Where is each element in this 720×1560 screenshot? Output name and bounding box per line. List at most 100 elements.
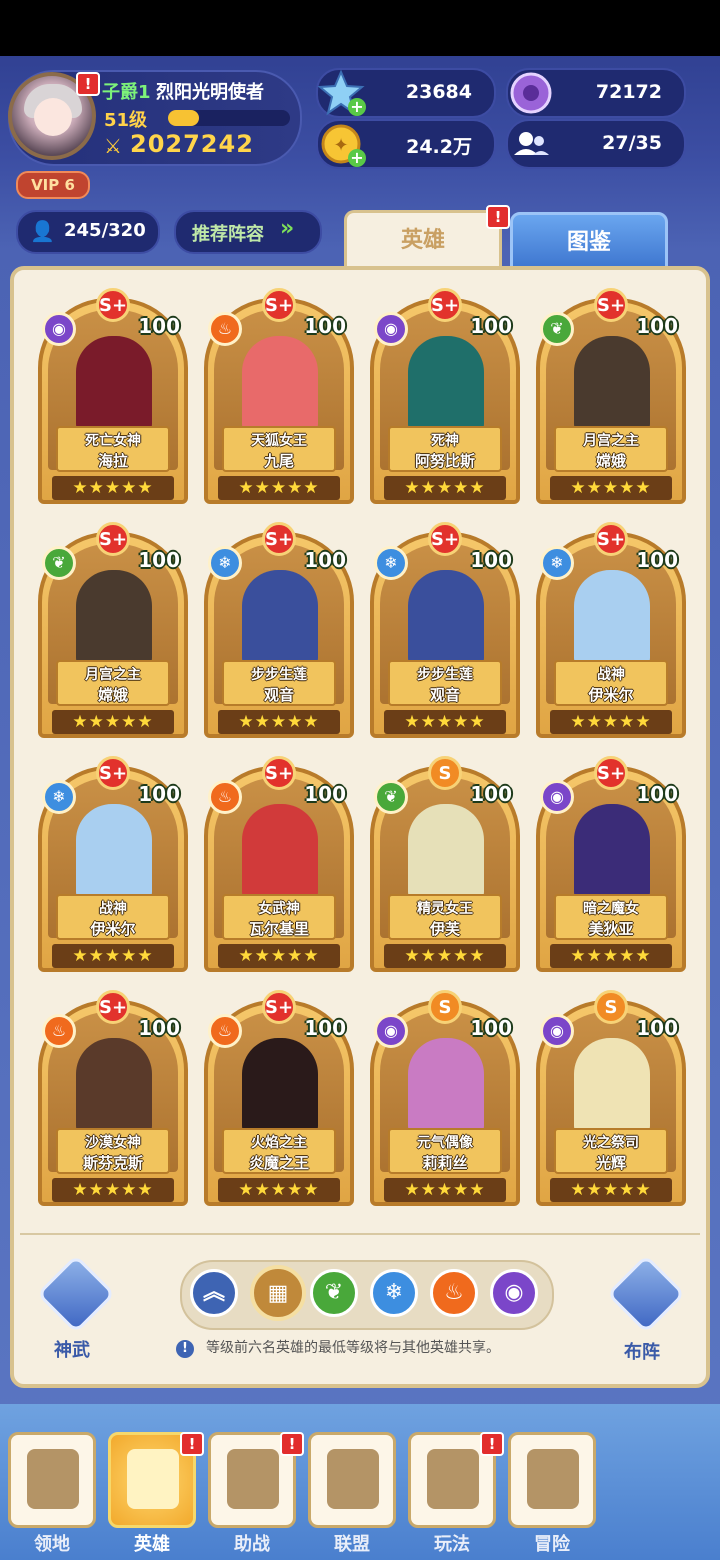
hero-rank-badge: S+ — [428, 288, 462, 322]
members-counter[interactable]: 27/35 — [506, 119, 686, 169]
hero-portrait — [242, 1038, 318, 1138]
crossed-swords-icon: ⚔ — [104, 134, 122, 158]
hero-title: 月宫之主 — [583, 433, 639, 449]
dark-element-icon: ◉ — [374, 1014, 408, 1048]
gold-currency[interactable]: ✦ + 24.2万 — [316, 119, 496, 169]
hero-portrait — [242, 336, 318, 436]
fire-filter-button[interactable]: ♨ — [430, 1269, 478, 1317]
hero-card[interactable]: S+ ♨ 100 天狐女王 九尾 ★★★★★ — [204, 284, 354, 504]
hero-title: 死神 — [431, 433, 459, 449]
hero-title: 暗之魔女 — [583, 901, 639, 917]
hero-card[interactable]: S+ ❦ 100 月宫之主 嫦娥 ★★★★★ — [38, 518, 188, 738]
hero-card[interactable]: S+ ♨ 100 沙漠女神 斯芬克斯 ★★★★★ — [38, 986, 188, 1206]
add-gold-icon[interactable]: + — [348, 149, 366, 167]
ice-element-icon: ❄ — [374, 546, 408, 580]
fire-element-icon: ♨ — [208, 312, 242, 346]
hero-level: 100 — [138, 314, 180, 338]
dark-element-icon: ◉ — [540, 1014, 574, 1048]
members-value: 27/35 — [602, 132, 662, 154]
svg-text:✦: ✦ — [333, 135, 348, 156]
hero-rank-badge: S+ — [594, 756, 628, 790]
fire-element-icon: ♨ — [42, 1014, 76, 1048]
hero-level: 100 — [636, 782, 678, 806]
tab-codex[interactable]: 图鉴 — [510, 212, 668, 270]
hero-card[interactable]: S+ ❄ 100 战神 伊米尔 ★★★★★ — [536, 518, 686, 738]
double-chevron-up-filter-button[interactable]: ︽ — [190, 1269, 238, 1317]
hero-rank-badge: S+ — [262, 756, 296, 790]
hero-card[interactable]: S+ ❄ 100 步步生莲 观音 ★★★★★ — [204, 518, 354, 738]
hero-fire-icon — [127, 1449, 179, 1509]
hero-rank-badge: S+ — [428, 522, 462, 556]
tab-heroes-label: 英雄 — [400, 228, 445, 253]
ice-filter-button[interactable]: ❄ — [370, 1269, 418, 1317]
divine-weapon-button[interactable] — [36, 1254, 116, 1334]
hero-rank-badge: S — [428, 990, 462, 1024]
add-user-icon: 👤 — [30, 219, 55, 243]
hero-stars: ★★★★★ — [52, 710, 174, 734]
nav-castle-button[interactable] — [8, 1432, 96, 1528]
hero-rank-badge: S+ — [96, 288, 130, 322]
hero-stars: ★★★★★ — [218, 944, 340, 968]
hero-level: 100 — [304, 548, 346, 572]
hero-stars: ★★★★★ — [384, 944, 506, 968]
hero-card[interactable]: S+ ❄ 100 战神 伊米尔 ★★★★★ — [38, 752, 188, 972]
recommend-lineup-button[interactable]: 推荐阵容 » — [174, 210, 322, 254]
roster-count: 245/320 — [64, 220, 146, 241]
hero-stars: ★★★★★ — [218, 1178, 340, 1202]
hero-card[interactable]: S+ ❄ 100 步步生莲 观音 ★★★★★ — [370, 518, 520, 738]
nature-filter-button[interactable]: ❦ — [310, 1269, 358, 1317]
wings-emblem-icon — [36, 1254, 116, 1334]
vip-badge[interactable]: VIP 6 — [16, 171, 90, 199]
hero-title: 月宫之主 — [85, 667, 141, 683]
recommend-label: 推荐阵容 — [192, 224, 264, 245]
hero-stars: ★★★★★ — [550, 1178, 672, 1202]
hero-card[interactable]: S+ ◉ 100 暗之魔女 美狄亚 ★★★★★ — [536, 752, 686, 972]
combat-power: 2027242 — [130, 130, 254, 158]
level-progress-fill — [168, 110, 199, 126]
nature-icon: ❦ — [324, 1280, 344, 1305]
hero-stars: ★★★★★ — [384, 710, 506, 734]
hero-card[interactable]: S+ ❦ 100 月宫之主 嫦娥 ★★★★★ — [536, 284, 686, 504]
formation-button[interactable] — [606, 1254, 686, 1334]
hero-rank-badge: S+ — [96, 756, 130, 790]
dark-filter-button[interactable]: ◉ — [490, 1269, 538, 1317]
grid-filter-button[interactable]: ▦ — [250, 1265, 306, 1321]
nav-flag-button[interactable] — [508, 1432, 596, 1528]
hero-stars: ★★★★★ — [384, 1178, 506, 1202]
hero-portrait — [76, 570, 152, 670]
hero-level: 100 — [304, 782, 346, 806]
hero-card[interactable]: S+ ◉ 100 死亡女神 海拉 ★★★★★ — [38, 284, 188, 504]
hero-title: 战神 — [99, 901, 127, 917]
tab-heroes[interactable]: 英雄 — [344, 210, 502, 272]
crystal-currency[interactable]: + 23684 — [316, 68, 496, 118]
purple-gem-currency[interactable]: 72172 — [506, 68, 686, 118]
nature-element-icon: ❦ — [42, 546, 76, 580]
hero-level: 100 — [304, 1016, 346, 1040]
hero-portrait — [242, 804, 318, 904]
hero-card[interactable]: S+ ◉ 100 死神 阿努比斯 ★★★★★ — [370, 284, 520, 504]
info-note: ! 等级前六名英雄的最低等级将与其他英雄共享。 — [176, 1337, 500, 1358]
hero-name: 炎魔之王 — [248, 1154, 309, 1172]
fire-element-icon: ♨ — [208, 1014, 242, 1048]
hero-portrait — [242, 570, 318, 670]
level-progress-bar — [168, 110, 290, 126]
hero-stars: ★★★★★ — [550, 710, 672, 734]
hero-card[interactable]: S+ ♨ 100 火焰之主 炎魔之王 ★★★★★ — [204, 986, 354, 1206]
hero-card[interactable]: S+ ♨ 100 女武神 瓦尔基里 ★★★★★ — [204, 752, 354, 972]
roster-capacity[interactable]: 👤 245/320 — [16, 210, 160, 254]
hero-title: 死亡女神 — [85, 433, 141, 449]
hero-card[interactable]: S ◉ 100 元气偶像 莉莉丝 ★★★★★ — [370, 986, 520, 1206]
hero-stars: ★★★★★ — [218, 710, 340, 734]
hero-card[interactable]: S ❦ 100 精灵女王 伊芙 ★★★★★ — [370, 752, 520, 972]
hero-name: 观音 — [429, 686, 460, 704]
avatar-face — [34, 98, 72, 136]
nature-element-icon: ❦ — [374, 780, 408, 814]
ice-element-icon: ❄ — [540, 546, 574, 580]
player-level: 51级 — [104, 110, 148, 131]
add-crystal-icon[interactable]: + — [348, 98, 366, 116]
hero-rank-badge: S+ — [262, 990, 296, 1024]
hero-title: 元气偶像 — [417, 1135, 473, 1151]
nature-element-icon: ❦ — [540, 312, 574, 346]
hero-card[interactable]: S ◉ 100 光之祭司 光辉 ★★★★★ — [536, 986, 686, 1206]
nav-alliance-shield-button[interactable] — [308, 1432, 396, 1528]
